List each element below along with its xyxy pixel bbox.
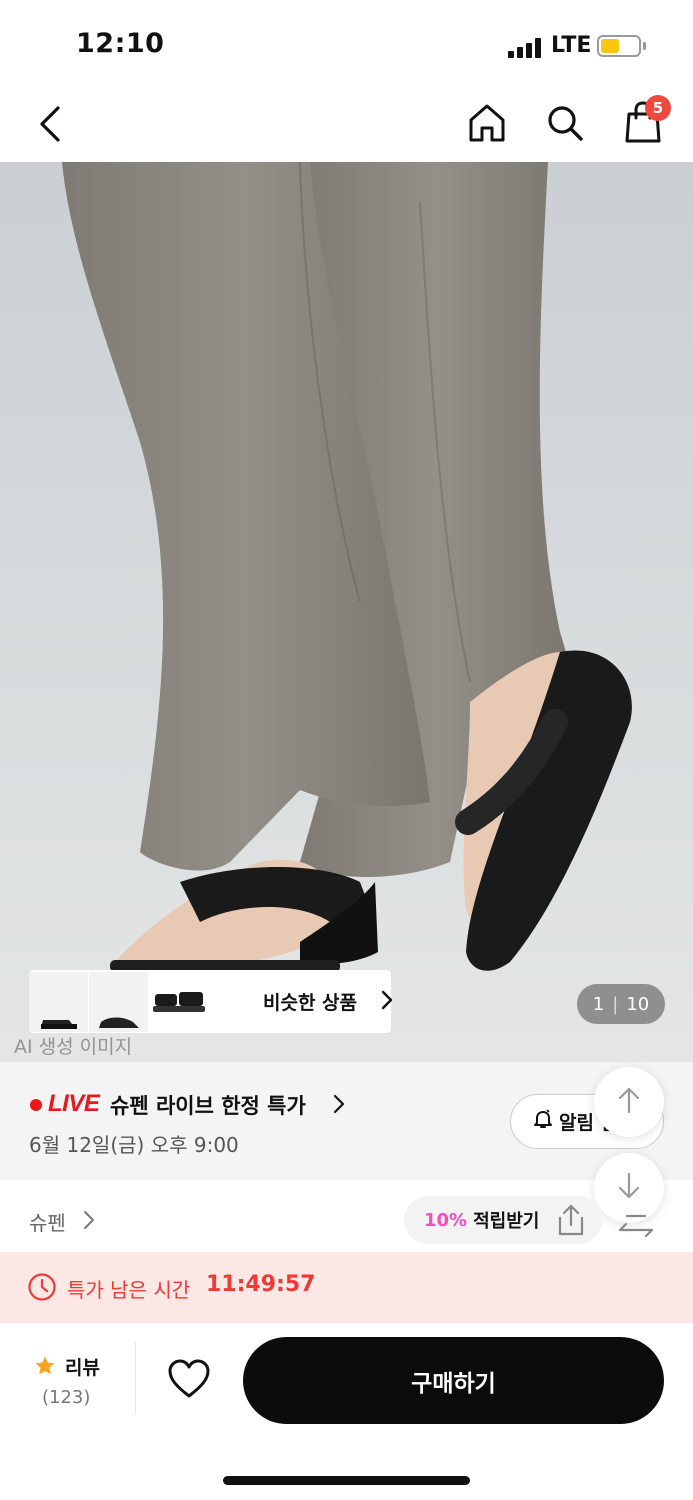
brand-name[interactable]: 슈펜 xyxy=(29,1207,66,1236)
live-badge: LIVE xyxy=(48,1090,100,1117)
cart-count-badge: 5 xyxy=(645,95,671,121)
nav-bar xyxy=(0,86,693,162)
live-dot-icon xyxy=(30,1099,42,1111)
share-icon[interactable] xyxy=(556,1203,586,1241)
live-title[interactable]: 슈펜 라이브 한정 특가 xyxy=(110,1090,306,1120)
buy-button[interactable]: 구매하기 xyxy=(243,1337,664,1424)
page-total: 10 xyxy=(626,993,650,1015)
chevron-right-icon xyxy=(381,990,393,1014)
back-chevron-icon[interactable] xyxy=(30,102,70,146)
points-percent: 10% xyxy=(424,1209,468,1231)
home-indicator[interactable] xyxy=(223,1476,470,1485)
bottom-divider xyxy=(0,1322,693,1323)
chevron-right-icon[interactable] xyxy=(83,1210,95,1234)
review-count: (123) xyxy=(42,1387,91,1408)
similar-products-card[interactable]: 비슷한 상품 xyxy=(29,970,393,1033)
status-time: 12:10 xyxy=(76,28,165,59)
similar-thumb-1[interactable] xyxy=(29,971,89,1032)
arrow-down-icon xyxy=(617,1172,641,1204)
bell-icon xyxy=(533,1109,553,1134)
product-image[interactable] xyxy=(0,162,693,1062)
compare-icon[interactable] xyxy=(617,1210,655,1242)
bottom-vertical-divider xyxy=(135,1342,136,1414)
battery-icon xyxy=(597,35,641,57)
timer-label: 특가 남은 시간 xyxy=(67,1278,191,1302)
home-icon[interactable] xyxy=(464,100,510,146)
timer-value: 11:49:57 xyxy=(206,1272,316,1297)
chevron-right-icon[interactable] xyxy=(333,1094,345,1118)
similar-products-label: 비슷한 상품 xyxy=(263,992,358,1014)
network-label: LTE xyxy=(551,33,592,58)
signal-icon xyxy=(508,38,542,58)
similar-thumb-3[interactable] xyxy=(149,971,209,1032)
status-bar: 12:10 LTE xyxy=(0,0,693,86)
similar-thumb-2[interactable] xyxy=(89,971,149,1032)
page-separator: | xyxy=(612,993,619,1015)
star-icon xyxy=(34,1355,56,1381)
clock-icon xyxy=(27,1272,57,1306)
page-current: 1 xyxy=(592,993,605,1015)
live-date: 6월 12일(금) 오후 9:00 xyxy=(29,1133,239,1157)
review-label: 리뷰 xyxy=(65,1357,100,1379)
arrow-up-icon xyxy=(617,1086,641,1118)
image-page-counter: 1 | 10 xyxy=(577,984,665,1024)
ai-image-caption: AI 생성 이미지 xyxy=(14,1036,133,1058)
battery-tip xyxy=(643,42,646,50)
search-icon[interactable] xyxy=(542,100,588,146)
heart-icon[interactable] xyxy=(166,1358,212,1404)
points-label: 적립받기 xyxy=(473,1211,540,1232)
scroll-up-button[interactable] xyxy=(594,1067,664,1137)
